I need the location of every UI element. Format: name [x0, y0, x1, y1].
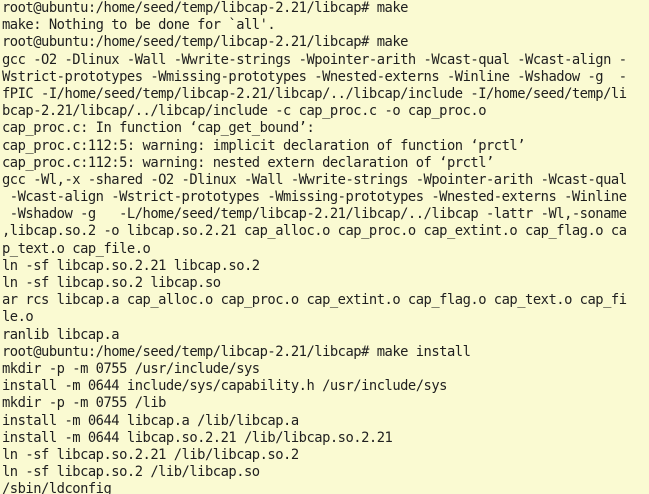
terminal-line: le.o — [2, 309, 34, 326]
terminal-line: bcap-2.21/libcap/../libcap/include -c ca… — [2, 103, 487, 120]
terminal-line: fPIC -I/home/seed/temp/libcap-2.21/libca… — [2, 85, 627, 102]
terminal-line: install -m 0644 include/sys/capability.h… — [2, 378, 447, 395]
terminal-line: mkdir -p -m 0755 /usr/include/sys — [2, 360, 260, 377]
terminal-line: ln -sf libcap.so.2.21 libcap.so.2 — [2, 257, 260, 274]
terminal-line: root@ubuntu:/home/seed/temp/libcap-2.21/… — [2, 34, 408, 51]
terminal-line: ln -sf libcap.so.2 /lib/libcap.so — [2, 464, 260, 481]
terminal-line: -Wshadow -g -L/home/seed/temp/libcap-2.2… — [2, 206, 627, 223]
terminal-line: gcc -Wl,-x -shared -O2 -Dlinux -Wall -Ww… — [2, 171, 627, 188]
terminal-line: root@ubuntu:/home/seed/temp/libcap-2.21/… — [2, 0, 408, 16]
terminal-line: install -m 0644 libcap.a /lib/libcap.a — [2, 412, 299, 429]
terminal-line: ln -sf libcap.so.2.21 /lib/libcap.so.2 — [2, 446, 299, 463]
terminal-line: cap_proc.c:112:5: warning: implicit decl… — [2, 137, 526, 154]
terminal-line: ar rcs libcap.a cap_alloc.o cap_proc.o c… — [2, 292, 627, 309]
terminal-line: ln -sf libcap.so.2 libcap.so — [2, 275, 221, 291]
terminal-line: Wstrict-prototypes -Wmissing-prototypes … — [2, 68, 627, 85]
terminal-line: -Wcast-align -Wstrict-prototypes -Wmissi… — [2, 189, 627, 206]
terminal-line: root@ubuntu:/home/seed/temp/libcap-2.21/… — [2, 343, 471, 360]
terminal-line: cap_proc.c: In function ‘cap_get_bound’: — [2, 120, 315, 137]
terminal-output[interactable]: root@ubuntu:/home/seed/temp/libcap-2.21/… — [0, 0, 649, 494]
terminal-line: ,libcap.so.2 -o libcap.so.2.21 cap_alloc… — [2, 223, 627, 240]
terminal-line: install -m 0644 libcap.so.2.21 /lib/libc… — [2, 429, 393, 446]
terminal-line: /sbin/ldconfig — [2, 481, 112, 494]
terminal-line: p_text.o cap_file.o — [2, 240, 151, 257]
terminal-line: ranlib libcap.a — [2, 326, 120, 343]
terminal-line: make: Nothing to be done for `all'. — [2, 17, 276, 34]
terminal-line: mkdir -p -m 0755 /lib — [2, 395, 166, 412]
terminal-line: gcc -O2 -Dlinux -Wall -Wwrite-strings -W… — [2, 51, 627, 68]
terminal-line: cap_proc.c:112:5: warning: nested extern… — [2, 154, 494, 171]
